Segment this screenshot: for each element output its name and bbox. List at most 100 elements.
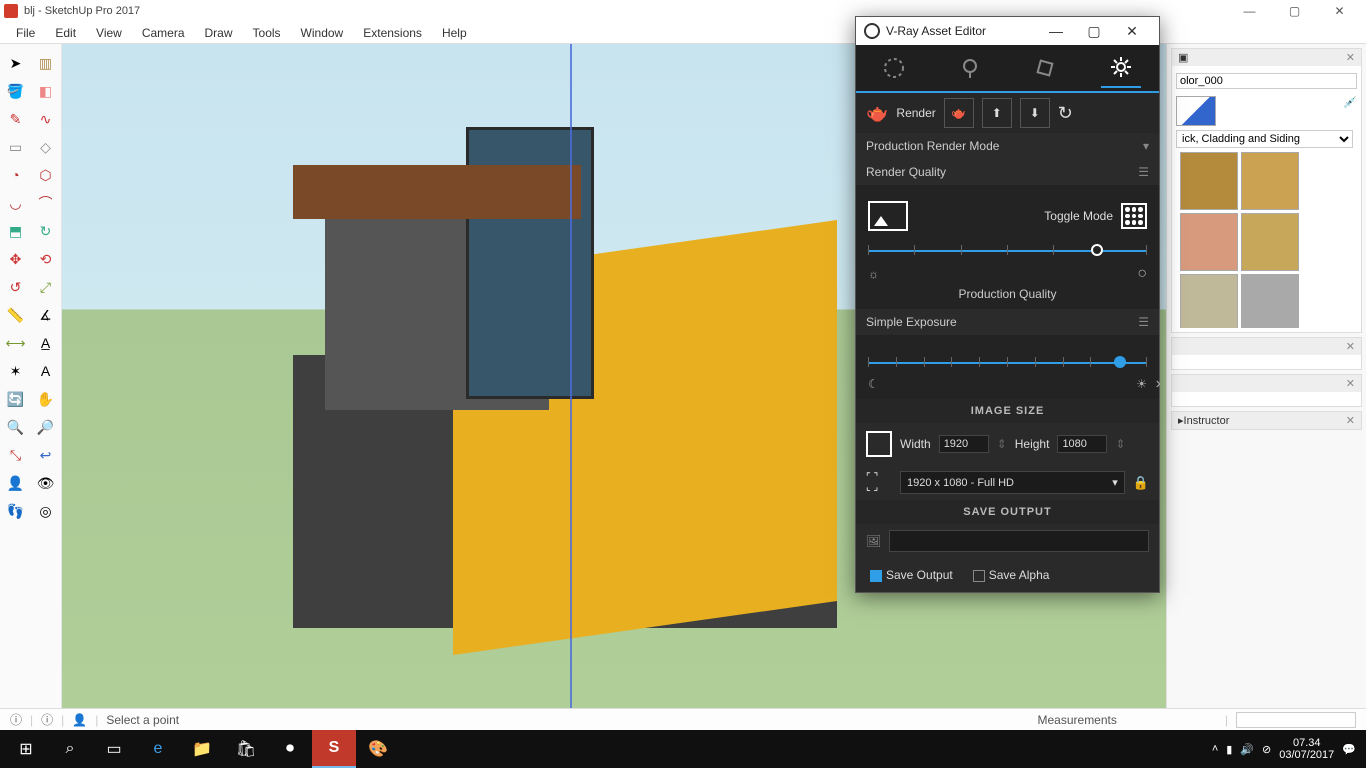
pencil-icon[interactable]: ✎ (3, 106, 29, 132)
menu-tools[interactable]: Tools (243, 24, 291, 42)
paint-bucket-icon[interactable]: 🪣 (3, 78, 29, 104)
material-name-field[interactable] (1176, 73, 1357, 89)
interactive-render-icon[interactable]: 🫖 (944, 98, 974, 128)
material-category-select[interactable]: ick, Cladding and Siding (1176, 130, 1353, 148)
rotate-icon[interactable]: ↺ (3, 274, 29, 300)
menu-camera[interactable]: Camera (132, 24, 195, 42)
scale-icon[interactable]: ⤢ (33, 274, 59, 300)
image-file-icon[interactable]: 🖼 (866, 534, 881, 548)
store-icon[interactable]: 🛍 (224, 730, 268, 768)
pushpull-icon[interactable]: ⬒ (3, 218, 29, 244)
menu-edit[interactable]: Edit (45, 24, 86, 42)
resolution-preset-select[interactable]: 1920 x 1080 - Full HD ▾ (900, 471, 1125, 494)
zoom-extents-icon[interactable]: ⤡ (3, 442, 29, 468)
geometry-tab-icon[interactable] (1025, 48, 1065, 88)
zoom-window-icon[interactable]: 🔎 (33, 414, 59, 440)
prev-view-icon[interactable]: ↩ (33, 442, 59, 468)
position-camera-icon[interactable]: 👤 (3, 470, 29, 496)
3dtext-icon[interactable]: A (33, 358, 59, 384)
section-icon[interactable]: ◎ (33, 498, 59, 524)
explorer-icon[interactable]: 📁 (180, 730, 224, 768)
info-icon2[interactable]: ⓘ (41, 711, 53, 728)
arc2-icon[interactable]: ⌒ (33, 190, 59, 216)
look-around-icon[interactable]: 👁 (33, 470, 59, 496)
axes-icon[interactable]: ✶ (3, 358, 29, 384)
height-field[interactable] (1057, 435, 1107, 453)
quality-slider[interactable] (868, 241, 1147, 261)
dimension-icon[interactable]: ⟷ (3, 330, 29, 356)
person-icon[interactable]: 👤 (72, 713, 87, 727)
measurements-field[interactable] (1236, 712, 1356, 728)
close-icon[interactable]: ✕ (1346, 414, 1355, 427)
swatch[interactable] (1180, 274, 1238, 328)
teapot-icon[interactable]: 🫖 (866, 103, 888, 124)
menu-help[interactable]: Help (432, 24, 477, 42)
arc-icon[interactable]: ◡ (3, 190, 29, 216)
vray-minimize-button[interactable]: — (1037, 23, 1075, 40)
start-button[interactable]: ⊞ (4, 730, 48, 768)
followme-icon[interactable]: ↻ (33, 218, 59, 244)
rectangle-icon[interactable]: ▭ (3, 134, 29, 160)
text-icon[interactable]: A̲ (33, 330, 59, 356)
move-icon[interactable]: ✥ (3, 246, 29, 272)
menu-window[interactable]: Window (291, 24, 354, 42)
sketchup-taskbar-icon[interactable]: S (312, 730, 356, 768)
walk-icon[interactable]: 👣 (3, 498, 29, 524)
reset-icon[interactable]: ↻ (1058, 103, 1073, 124)
minimize-button[interactable]: — (1227, 1, 1272, 21)
paint-icon[interactable]: 🎨 (356, 730, 400, 768)
export-icon[interactable]: ⬆ (982, 98, 1012, 128)
swatch[interactable] (1241, 152, 1299, 210)
swatch[interactable] (1180, 213, 1238, 271)
menu-extensions[interactable]: Extensions (353, 24, 432, 42)
notifications-icon[interactable]: 💬 (1342, 743, 1356, 756)
vray-titlebar[interactable]: V-Ray Asset Editor — ▢ ✕ (856, 17, 1159, 45)
polygon-icon[interactable]: ⬡ (33, 162, 59, 188)
materials-panel-head[interactable]: ▣✕ (1172, 49, 1361, 66)
swatch[interactable] (1241, 213, 1299, 271)
render-quality-head[interactable]: Render Quality ☰ (856, 159, 1159, 185)
swatch[interactable] (1241, 274, 1299, 328)
bucket-mode-icon[interactable] (1121, 203, 1147, 229)
network-icon[interactable]: ⊘ (1262, 743, 1271, 756)
vray-close-button[interactable]: ✕ (1113, 23, 1151, 40)
info-icon[interactable]: ⓘ (10, 711, 22, 728)
render-mode-select[interactable]: Production Render Mode ▾ (856, 133, 1159, 159)
close-icon[interactable]: ✕ (1346, 51, 1355, 64)
zoom-icon[interactable]: 🔍 (3, 414, 29, 440)
menu-view[interactable]: View (86, 24, 132, 42)
vray-maximize-button[interactable]: ▢ (1075, 23, 1113, 40)
exposure-head[interactable]: Simple Exposure ☰ (856, 309, 1159, 335)
orbit-icon[interactable]: 🔄 (3, 386, 29, 412)
width-field[interactable] (939, 435, 989, 453)
swatch[interactable] (1180, 152, 1238, 210)
tape-icon[interactable]: 📏 (3, 302, 29, 328)
save-alpha-checkbox[interactable]: Save Alpha (973, 568, 1050, 582)
menu-draw[interactable]: Draw (195, 24, 243, 42)
render-button[interactable]: Render (896, 106, 935, 120)
exposure-slider[interactable] (868, 353, 1147, 373)
save-output-checkbox[interactable]: Save Output (870, 568, 953, 582)
vray-asset-editor[interactable]: V-Ray Asset Editor — ▢ ✕ 🫖 Render 🫖 ⬆ ⬇ … (855, 16, 1160, 593)
expand-icon[interactable]: › (1156, 375, 1161, 393)
import-icon[interactable]: ⬇ (1020, 98, 1050, 128)
offset-icon[interactable]: ⟲ (33, 246, 59, 272)
battery-icon[interactable]: ▮ (1226, 743, 1232, 756)
make-component-icon[interactable]: ▥ (33, 50, 59, 76)
close-icon[interactable]: ✕ (1346, 340, 1355, 353)
recorder-icon[interactable]: ⏺ (268, 730, 312, 768)
materials-tab-icon[interactable] (874, 48, 914, 88)
eyedropper-icon[interactable]: 💉 (1343, 96, 1357, 126)
instructor-panel[interactable]: ▸ Instructor✕ (1171, 411, 1362, 430)
settings-tab-icon[interactable] (1101, 48, 1141, 88)
protractor-icon[interactable]: ∡ (33, 302, 59, 328)
lock-icon[interactable]: 🔒 (1133, 475, 1149, 491)
select-tool-icon[interactable]: ➤ (3, 50, 29, 76)
search-icon[interactable]: ⌕ (48, 730, 92, 768)
aspect-lock-icon[interactable] (866, 431, 892, 457)
maximize-button[interactable]: ▢ (1272, 1, 1317, 21)
pan-icon[interactable]: ✋ (33, 386, 59, 412)
image-mode-icon[interactable] (868, 201, 908, 231)
menu-file[interactable]: File (6, 24, 45, 42)
tray-chevron-icon[interactable]: ˄ (1212, 743, 1218, 755)
